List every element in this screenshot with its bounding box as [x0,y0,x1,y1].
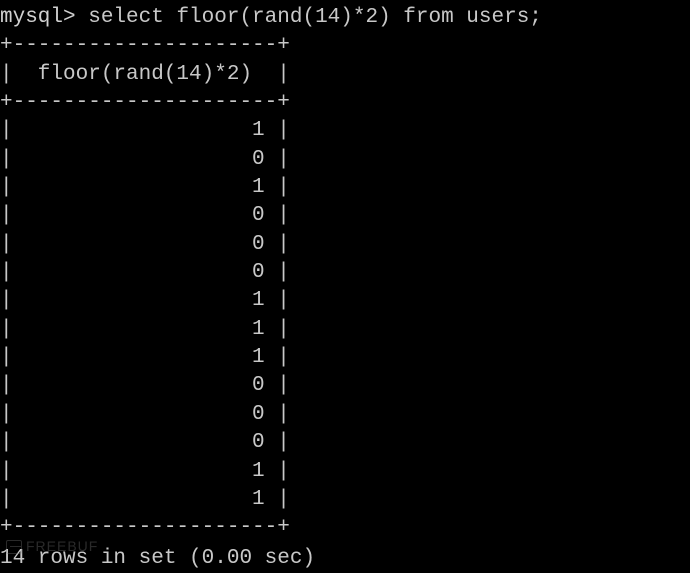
sql-query: select floor(rand(14)*2) from users; [76,6,542,29]
table-row: | 0 | [0,146,690,174]
table-bottom-border: +---------------------+ [0,514,690,542]
status-line: 14 rows in set (0.00 sec) [0,545,690,573]
table-body: | 1 || 0 || 1 || 0 || 0 || 0 || 1 || 1 |… [0,117,690,514]
table-row: | 0 | [0,202,690,230]
table-row: | 0 | [0,372,690,400]
command-prompt-line[interactable]: mysql> select floor(rand(14)*2) from use… [0,4,690,32]
table-row: | 1 | [0,344,690,372]
mysql-prompt: mysql> [0,6,76,29]
watermark: FREEBUF [6,537,98,556]
table-top-border: +---------------------+ [0,32,690,60]
table-header-border: +---------------------+ [0,89,690,117]
table-row: | 0 | [0,231,690,259]
table-row: | 1 | [0,316,690,344]
table-row: | 1 | [0,458,690,486]
watermark-text: FREEBUF [26,537,98,556]
table-row: | 1 | [0,486,690,514]
table-row: | 1 | [0,117,690,145]
table-row: | 0 | [0,429,690,457]
watermark-icon [6,540,22,554]
table-header-row: | floor(rand(14)*2) | [0,61,690,89]
table-row: | 0 | [0,259,690,287]
table-row: | 0 | [0,401,690,429]
table-row: | 1 | [0,287,690,315]
table-row: | 1 | [0,174,690,202]
